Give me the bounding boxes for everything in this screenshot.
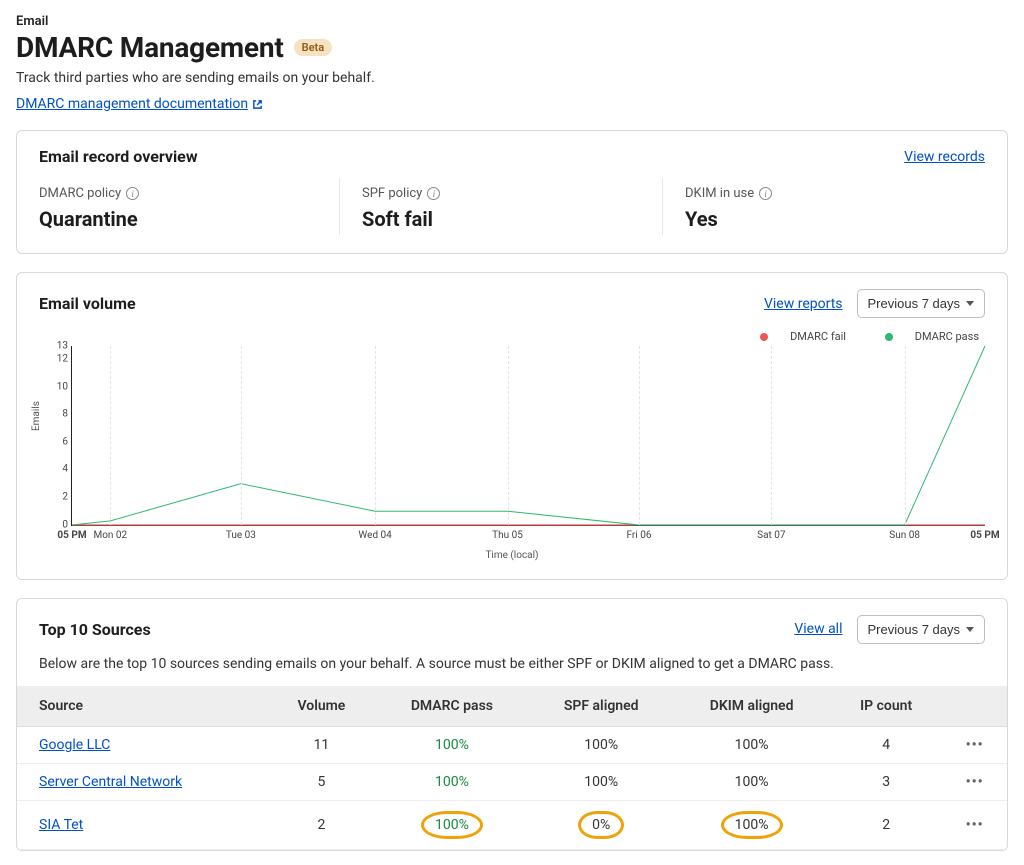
chart-ylabel: Emails [31,401,42,431]
grid-line [375,346,376,525]
legend-dot-fail [760,333,768,341]
cell-spf-aligned: 100% [529,726,673,763]
cell-dkim-aligned: 100% [673,726,830,763]
stat-value: Quarantine [39,207,339,231]
beta-badge: Beta [294,39,333,56]
doc-link[interactable]: DMARC management documentation [16,96,248,112]
sources-range-select[interactable]: Previous 7 days [857,615,986,644]
stat-label: SPF policy i [362,186,662,201]
cell-ip-count: 4 [830,726,942,763]
info-icon[interactable]: i [126,187,139,200]
cell-dkim-aligned: 100% [673,763,830,800]
chart-legend: DMARC fail DMARC pass [31,330,993,346]
x-tick: Tue 03 [226,530,256,541]
cell-ip-count: 2 [830,800,942,849]
column-header: IP count [830,686,942,727]
x-tick: 05 PM [57,530,86,541]
x-tick: 05 PM [970,530,999,541]
view-all-link[interactable]: View all [794,621,842,637]
info-icon[interactable]: i [759,187,772,200]
table-row: Server Central Network5100%100%100%3••• [17,763,1007,800]
row-more-icon[interactable]: ••• [966,774,984,790]
cell-spf-aligned: 100% [529,763,673,800]
cell-volume: 11 [268,726,374,763]
cell-dkim-aligned: 100% [673,800,830,849]
cell-spf-aligned: 0% [529,800,673,849]
info-icon[interactable]: i [427,187,440,200]
volume-range-select[interactable]: Previous 7 days [857,289,986,318]
x-tick: Sat 07 [757,530,785,541]
grid-line [110,346,111,525]
source-link[interactable]: Server Central Network [39,774,182,790]
y-tick: 10 [52,381,68,392]
cell-ip-count: 3 [830,763,942,800]
chart-series-line [72,346,985,525]
overview-title: Email record overview [39,147,198,166]
chart-xlabel: Time (local) [31,550,993,561]
stat-value: Soft fail [362,207,662,231]
stat-value: Yes [685,207,985,231]
x-tick: Mon 02 [94,530,128,541]
chevron-down-icon [966,301,974,306]
cell-dmarc-pass: 100% [375,800,530,849]
cell-dmarc-pass: 100% [375,726,530,763]
y-tick: 13 [52,340,68,351]
column-header: DMARC pass [375,686,530,727]
volume-range-label: Previous 7 days [868,296,961,311]
column-header: Volume [268,686,374,727]
view-reports-link[interactable]: View reports [764,296,843,312]
legend-fail-label: DMARC fail [790,330,846,343]
row-more-icon[interactable]: ••• [966,737,984,753]
overview-stat: DKIM in use i Yes [662,178,985,235]
y-tick: 6 [52,436,68,447]
chevron-down-icon [966,627,974,632]
column-header [942,686,1007,727]
page-title: DMARC Management [16,31,284,64]
legend-pass-label: DMARC pass [915,330,979,343]
view-records-link[interactable]: View records [904,149,985,165]
stat-label: DKIM in use i [685,186,985,201]
grid-line [905,346,906,525]
volume-card: Email volume View reports Previous 7 day… [16,272,1008,580]
email-volume-chart: Emails 0246810121305 PMMon 02Tue 03Wed 0… [47,346,993,546]
table-row: SIA Tet2100%0%100%2••• [17,800,1007,849]
column-header: SPF aligned [529,686,673,727]
y-tick: 8 [52,409,68,420]
cell-volume: 2 [268,800,374,849]
sources-card: Top 10 Sources View all Previous 7 days … [16,598,1008,851]
overview-stat: SPF policy i Soft fail [339,178,662,235]
grid-line [508,346,509,525]
x-tick: Wed 04 [358,530,391,541]
source-link[interactable]: SIA Tet [39,817,83,833]
overview-card: Email record overview View records DMARC… [16,130,1008,254]
breadcrumb: Email [16,14,1008,29]
grid-line [771,346,772,525]
column-header: Source [17,686,268,727]
grid-line [241,346,242,525]
sources-description: Below are the top 10 sources sending ema… [17,656,1007,686]
cell-dmarc-pass: 100% [375,763,530,800]
y-tick: 2 [52,491,68,502]
grid-line [639,346,640,525]
cell-volume: 5 [268,763,374,800]
table-row: Google LLC11100%100%100%4••• [17,726,1007,763]
page-subtitle: Track third parties who are sending emai… [16,70,1008,86]
column-header: DKIM aligned [673,686,830,727]
x-tick: Fri 06 [626,530,651,541]
external-link-icon [252,99,263,110]
y-tick: 4 [52,464,68,475]
volume-title: Email volume [39,294,136,313]
stat-label: DMARC policy i [39,186,339,201]
y-tick: 0 [52,519,68,530]
y-tick: 12 [52,354,68,365]
sources-range-label: Previous 7 days [868,622,961,637]
sources-title: Top 10 Sources [39,620,151,639]
source-link[interactable]: Google LLC [39,737,110,753]
legend-dot-pass [885,333,893,341]
overview-stat: DMARC policy i Quarantine [39,178,339,235]
row-more-icon[interactable]: ••• [966,817,984,833]
sources-table: SourceVolumeDMARC passSPF alignedDKIM al… [17,686,1007,850]
x-tick: Thu 05 [492,530,523,541]
x-tick: Sun 08 [889,530,920,541]
